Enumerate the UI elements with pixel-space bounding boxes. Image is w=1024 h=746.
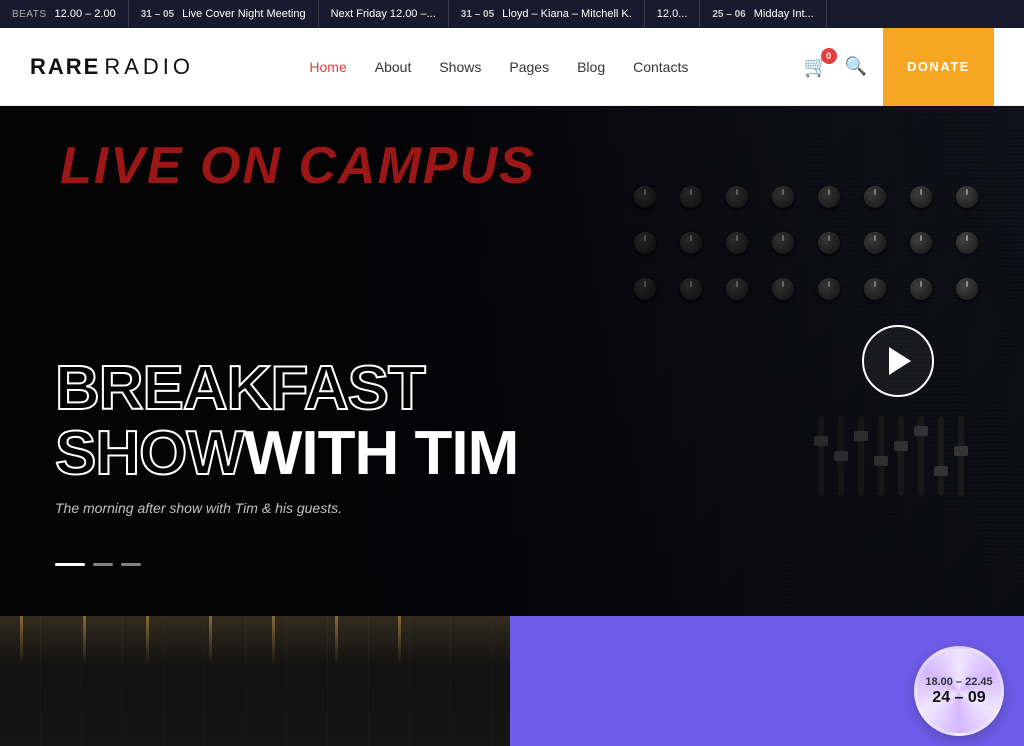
slider-dot-3[interactable] xyxy=(121,563,141,566)
cart-button[interactable]: 🛒 0 xyxy=(804,54,829,79)
hero-section: LIVE ON CAMPUS BREAKFAST SHOW WITH TIM T… xyxy=(0,106,1024,616)
hero-title-outline: BREAKFAST xyxy=(55,356,518,421)
ticker-item: 25 – 06 Midday Int... xyxy=(700,0,826,28)
light-spot xyxy=(398,616,401,666)
badge-date: 24 – 09 xyxy=(932,690,985,706)
nav-home[interactable]: Home xyxy=(309,59,346,75)
nav-pages[interactable]: Pages xyxy=(509,59,549,75)
donate-button[interactable]: DONATE xyxy=(883,28,994,106)
header: RARE RADIO Home About Shows Pages Blog C… xyxy=(0,28,1024,106)
nav-about[interactable]: About xyxy=(375,59,412,75)
bottom-purple: 18.00 – 22.45 24 – 09 xyxy=(510,616,1024,746)
ticker-label: Beats xyxy=(12,9,47,20)
slider-dot-1[interactable] xyxy=(55,563,85,566)
nav-blog[interactable]: Blog xyxy=(577,59,605,75)
nav-contacts[interactable]: Contacts xyxy=(633,59,688,75)
ticker-text: 12.0... xyxy=(657,8,688,20)
ticker-item: 12.0... xyxy=(645,0,701,28)
light-spot xyxy=(209,616,212,666)
ticker-item: Next Friday 12.00 –... xyxy=(319,0,449,28)
light-spot xyxy=(20,616,23,666)
nav-shows[interactable]: Shows xyxy=(439,59,481,75)
nav-actions: 🛒 0 🔍 DONATE xyxy=(804,28,994,106)
light-spot xyxy=(146,616,149,666)
bottom-section: 18.00 – 22.45 24 – 09 xyxy=(0,616,1024,746)
hero-title-with-tim: WITH TIM xyxy=(244,421,518,486)
event-badge: 18.00 – 22.45 24 – 09 xyxy=(914,646,1004,736)
light-spot xyxy=(83,616,86,666)
ticker-item: Beats 12.00 – 2.00 xyxy=(0,0,129,28)
hero-title-show: SHOW xyxy=(55,421,244,486)
ticker-text: Next Friday 12.00 –... xyxy=(331,8,436,20)
badge-time: 18.00 – 22.45 xyxy=(925,676,992,689)
hero-content: BREAKFAST SHOW WITH TIM The morning afte… xyxy=(55,356,518,516)
logo: RARE RADIO xyxy=(30,54,194,80)
ticker-inner: Beats 12.00 – 2.00 31 – 05 Live Cover Ni… xyxy=(0,0,827,28)
hero-subtitle: The morning after show with Tim & his gu… xyxy=(55,500,518,516)
play-icon xyxy=(889,347,911,375)
slider-dot-2[interactable] xyxy=(93,563,113,566)
main-nav: Home About Shows Pages Blog Contacts xyxy=(309,59,688,75)
ticker-text: Live Cover Night Meeting xyxy=(182,8,306,20)
light-spot xyxy=(272,616,275,666)
ticker-text: 12.00 – 2.00 xyxy=(55,8,116,20)
slider-dots xyxy=(55,563,141,566)
search-icon[interactable]: 🔍 xyxy=(845,56,867,77)
ticker-item: 31 – 05 Lloyd – Kiana – Mitchell K. xyxy=(449,0,645,28)
ticker-date: 31 – 05 xyxy=(141,9,174,20)
ticker-item: 31 – 05 Live Cover Night Meeting xyxy=(129,0,319,28)
ticker-text: Midday Int... xyxy=(754,8,814,20)
hero-red-text: LIVE ON CAMPUS xyxy=(0,136,1024,196)
cart-badge: 0 xyxy=(821,48,837,64)
ticker-text: Lloyd – Kiana – Mitchell K. xyxy=(502,8,632,20)
hero-title-line2: SHOW WITH TIM xyxy=(55,421,518,486)
logo-radio: RADIO xyxy=(104,54,194,80)
ceiling-lights xyxy=(0,616,510,666)
logo-rare: RARE xyxy=(30,54,100,80)
ticker-date: 25 – 06 xyxy=(712,9,745,20)
ticker-date: 31 – 05 xyxy=(461,9,494,20)
bottom-dark xyxy=(0,616,510,746)
play-button[interactable] xyxy=(862,325,934,397)
ticker-bar: Beats 12.00 – 2.00 31 – 05 Live Cover Ni… xyxy=(0,0,1024,28)
light-spot xyxy=(335,616,338,666)
